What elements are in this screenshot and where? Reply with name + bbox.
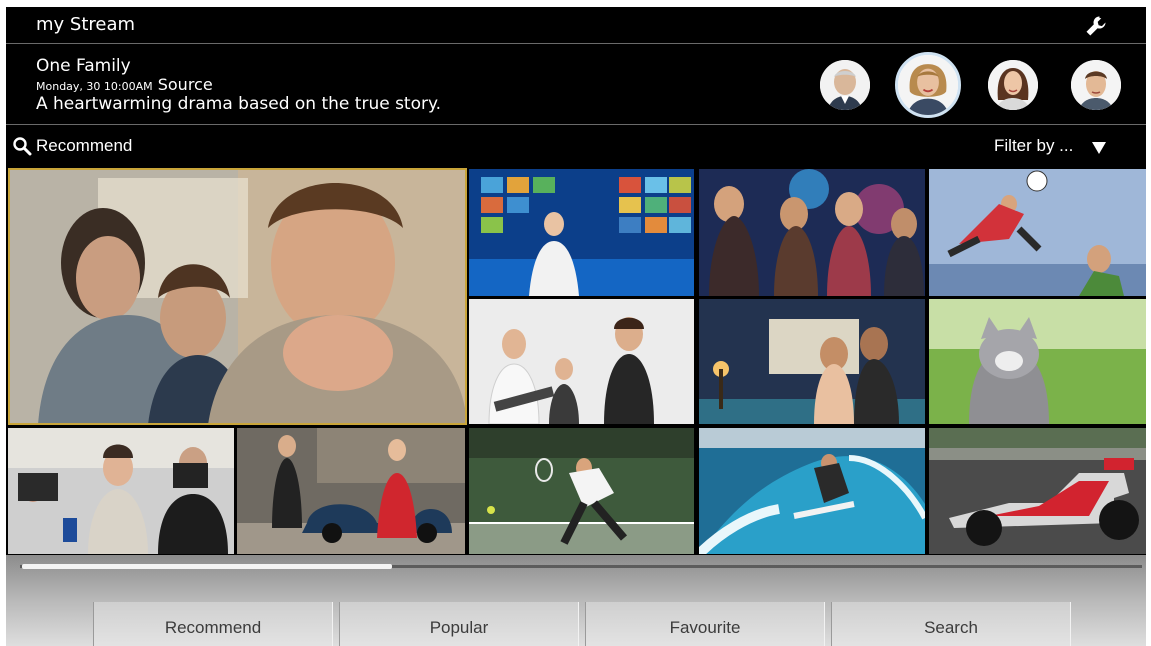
filter-dropdown[interactable]: Filter by ... [994,136,1073,156]
profile-avatar-young-woman[interactable] [988,60,1038,110]
tile-family-drama[interactable] [8,168,467,425]
profile-avatar-woman-selected[interactable] [895,52,961,118]
now-playing-panel: One Family Monday, 30 10:00AM Source A h… [6,45,1146,125]
tile-formula-racing[interactable] [929,428,1146,554]
tile-news-studio[interactable] [469,169,694,296]
profile-avatar-elderly-man[interactable] [820,60,870,110]
tab-recommend[interactable]: Recommend [93,602,333,646]
tile-party-dance[interactable] [699,169,925,296]
tile-press-interview[interactable] [8,428,234,554]
program-schedule: Monday, 30 10:00AM Source [36,75,213,94]
search-icon[interactable] [12,136,32,156]
tile-surfing[interactable] [699,428,925,554]
program-day-date: Monday, 30 10:00AM [36,80,153,93]
scroll-thumb[interactable] [22,564,392,569]
section-bar: Recommend Filter by ... [6,126,1146,168]
program-source: Source [157,75,213,94]
tab-popular[interactable]: Popular [339,602,579,646]
tile-cat[interactable] [929,299,1146,424]
tile-romantic-couple[interactable] [699,299,925,424]
program-description: A heartwarming drama based on the true s… [36,94,442,114]
tile-street-fashion[interactable] [237,428,465,554]
wrench-icon[interactable] [1084,14,1108,38]
tile-football-action[interactable] [929,169,1146,296]
profile-avatar-young-man[interactable] [1071,60,1121,110]
tile-live-concert[interactable] [469,299,694,424]
triangle-down-icon[interactable] [1092,139,1106,154]
app-title: my Stream [36,14,136,35]
tab-search[interactable]: Search [831,602,1071,646]
top-bar: my Stream [6,7,1146,44]
tile-tennis[interactable] [469,428,694,554]
tab-favourite[interactable]: Favourite [585,602,825,646]
program-title: One Family [36,56,131,76]
my-stream-screen: my Stream One Family Monday, 30 10:00AM … [6,7,1146,646]
section-title: Recommend [36,136,133,155]
